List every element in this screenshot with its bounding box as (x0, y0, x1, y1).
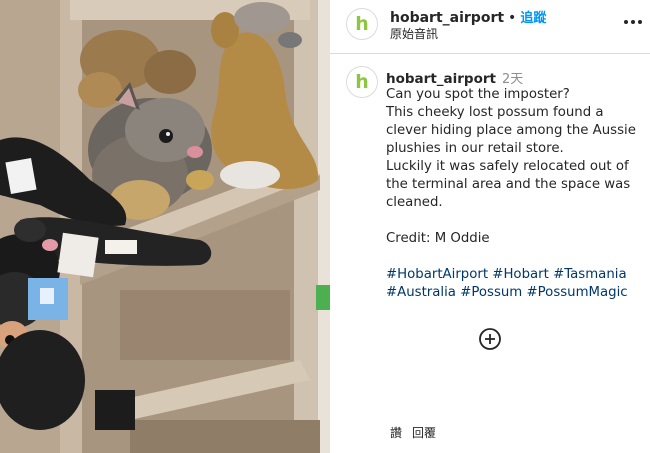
plus-circle-icon (479, 328, 501, 350)
post-caption: Can you spot the imposter? This cheeky l… (386, 86, 648, 302)
hashtag-line: #Australia #Possum #PossumMagic (386, 284, 648, 302)
caption-line: Can you spot the imposter? (386, 87, 570, 102)
post-details-panel: h hobart_airport • 追蹤 原始音訊 h hobart_airpor… (330, 0, 650, 453)
post-image[interactable] (0, 0, 330, 453)
hashtag-link[interactable]: #PossumMagic (527, 285, 628, 300)
like-count-link[interactable]: 讚 (390, 426, 402, 440)
caption-username[interactable]: hobart_airport (386, 71, 496, 87)
hashtag-link[interactable]: #Possum (460, 285, 522, 300)
hobart-airport-logo-icon: h (355, 12, 369, 35)
separator-dot: • (508, 10, 517, 26)
possum-photo (0, 0, 330, 453)
caption-line: Credit: M Oddie (386, 231, 490, 246)
caption-line: plushies in our retail store. (386, 141, 564, 156)
hashtag-link[interactable]: #Hobart (492, 267, 549, 282)
hashtag-link[interactable]: #Australia (386, 285, 456, 300)
caption-line: Luckily it was safely relocated out of (386, 159, 629, 174)
header-user-line: hobart_airport • 追蹤 (390, 7, 546, 26)
caption-avatar[interactable]: h (346, 66, 378, 98)
post-time[interactable]: 2天 (502, 72, 523, 87)
caption-line: cleaned. (386, 195, 443, 210)
comment-actions: 讚回覆 (390, 424, 446, 441)
hashtag-line: #HobartAirport #Hobart #Tasmania (386, 266, 648, 284)
hashtag-link[interactable]: #Tasmania (553, 267, 627, 282)
profile-avatar[interactable]: h (346, 8, 378, 40)
more-options-icon[interactable] (620, 9, 646, 35)
caption-line: the terminal area and the space was (386, 177, 631, 192)
post-header: h hobart_airport • 追蹤 原始音訊 (330, 0, 650, 54)
follow-button[interactable]: 追蹤 (520, 11, 546, 26)
caption-user-line: hobart_airport 2天 (386, 68, 523, 87)
caption-line: This cheeky lost possum found a (386, 105, 604, 120)
reply-button[interactable]: 回覆 (412, 426, 436, 440)
caption-line: clever hiding place among the Aussie (386, 123, 636, 138)
hobart-airport-logo-icon: h (355, 70, 369, 93)
load-more-comments-button[interactable] (478, 327, 502, 351)
original-audio-link[interactable]: 原始音訊 (390, 25, 438, 42)
header-username[interactable]: hobart_airport (390, 10, 504, 26)
hashtag-link[interactable]: #HobartAirport (386, 267, 488, 282)
